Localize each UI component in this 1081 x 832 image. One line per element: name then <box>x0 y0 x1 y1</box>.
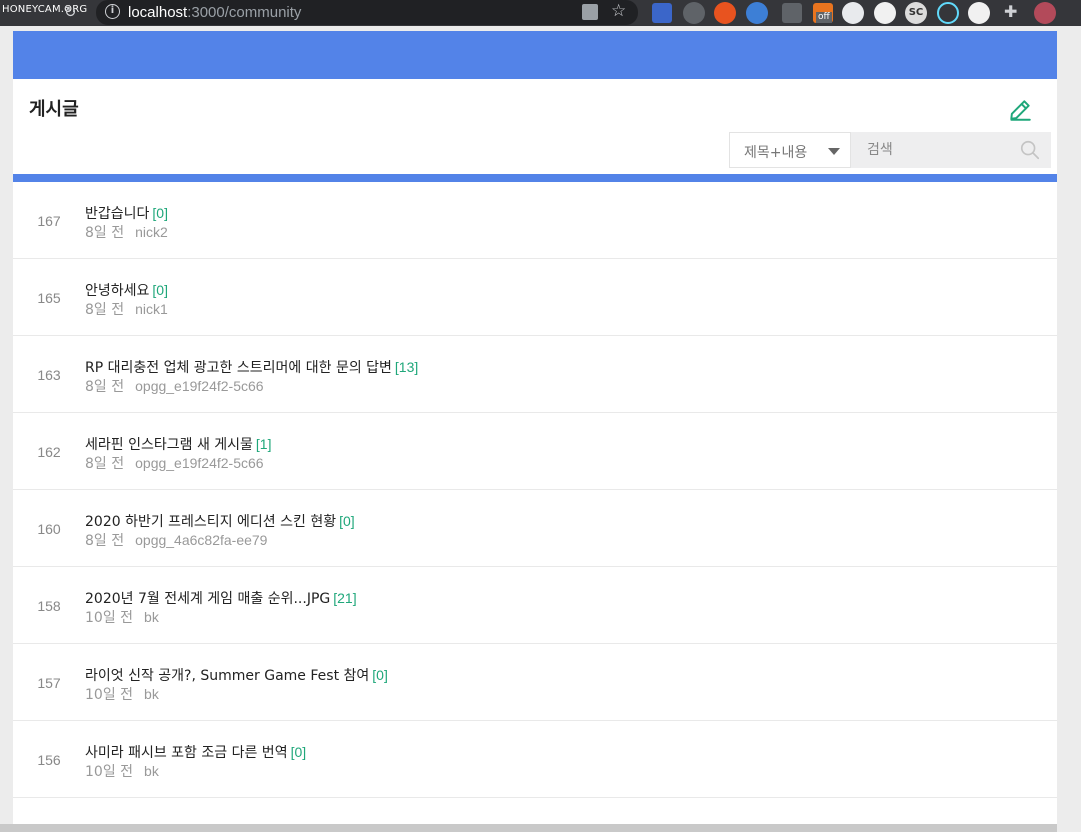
comment-count: [0] <box>152 205 168 221</box>
post-time: 10일 전 <box>85 687 134 703</box>
post-author[interactable]: bk <box>144 609 159 625</box>
post-author[interactable]: bk <box>144 763 159 779</box>
comment-count: [1] <box>255 436 272 452</box>
post-meta: 10일 전 bk <box>85 607 159 627</box>
post-row[interactable]: 165 안녕하세요 [0] 8일 전 nick1 <box>13 259 1057 336</box>
post-time: 8일 전 <box>85 225 125 241</box>
post-meta: 10일 전 bk <box>85 684 159 704</box>
post-author[interactable]: opgg_4a6c82fa-ee79 <box>135 532 267 548</box>
translate-icon[interactable] <box>582 4 598 20</box>
post-author[interactable]: bk <box>144 686 159 702</box>
post-title-text: 사미라 패시브 포함 조금 다른 번역 <box>85 745 288 761</box>
post-number: 156 <box>37 752 61 768</box>
post-title[interactable]: 안녕하세요 [0] <box>85 280 168 300</box>
post-row[interactable]: 158 2020년 7월 전세계 게임 매출 순위...JPG [21] 10일 전 b… <box>13 567 1057 644</box>
post-title-text: 반갑습니다 <box>85 206 150 222</box>
post-time: 10일 전 <box>85 610 134 626</box>
post-time: 8일 전 <box>85 533 125 549</box>
pencil-icon <box>1010 100 1031 121</box>
post-row[interactable]: 156 사미라 패시브 포함 조금 다른 번역 [0] 10일 전 bk <box>13 721 1057 798</box>
puzzle-icon[interactable]: ✚ <box>1004 4 1017 20</box>
post-row[interactable]: 160 2020 하반기 프레스티지 에디션 스킨 현황 [0] 8일 전 opgg_4… <box>13 490 1057 567</box>
list-divider <box>13 174 1057 182</box>
comment-count: [21] <box>333 590 357 606</box>
comment-count: [0] <box>290 744 307 760</box>
extension-icon-4[interactable] <box>746 2 768 24</box>
bookmark-star-icon[interactable]: ☆ <box>611 1 626 21</box>
page-title: 게시글 <box>29 99 79 120</box>
post-number: 158 <box>37 598 61 614</box>
post-meta: 8일 전 nick2 <box>85 222 168 242</box>
extension-icon-3[interactable] <box>714 2 736 24</box>
post-author[interactable]: nick1 <box>135 301 168 317</box>
post-time: 8일 전 <box>85 302 125 318</box>
post-title-text: 2020 하반기 프레스티지 에디션 스킨 현황 <box>85 514 337 530</box>
comment-count: [0] <box>152 282 168 298</box>
post-list: 167 반갑습니다 [0] 8일 전 nick2 165 안녕하세요 [0] 8일 전 nick1… <box>13 182 1057 798</box>
search-filter-select[interactable]: 제목+내용 <box>729 132 851 168</box>
extension-icon-1[interactable] <box>652 3 672 23</box>
post-author[interactable]: opgg_e19f24f2-5c66 <box>135 455 263 471</box>
post-number: 165 <box>37 290 61 306</box>
vertical-scrollbar[interactable] <box>1057 26 1081 832</box>
post-title-text: 안녕하세요 <box>85 283 150 299</box>
post-title-text: RP 대리충전 업체 광고한 스트리머에 대한 문의 답변 <box>85 360 392 376</box>
post-title-text: 라이엇 신작 공개?, Summer Game Fest 참여 <box>85 668 370 684</box>
extension-icon-2[interactable] <box>683 2 705 24</box>
post-meta: 8일 전 opgg_e19f24f2-5c66 <box>85 453 264 473</box>
extension-icon-9[interactable] <box>968 2 990 24</box>
post-meta: 8일 전 nick1 <box>85 299 168 319</box>
info-icon[interactable]: i <box>105 4 120 19</box>
horizontal-scrollbar[interactable] <box>0 824 1057 832</box>
address-bar[interactable]: i localhost:3000/community ☆ <box>96 0 638 25</box>
post-title[interactable]: RP 대리충전 업체 광고한 스트리머에 대한 문의 답변 [13] <box>85 357 418 377</box>
extension-off-badge: off <box>816 12 832 23</box>
write-post-button[interactable] <box>1007 97 1033 123</box>
post-row[interactable]: 162 세라핀 인스타그램 새 게시물 [1] 8일 전 opgg_e19f24f2-5… <box>13 413 1057 490</box>
extension-sc-icon[interactable]: SC <box>905 2 927 24</box>
post-number: 163 <box>37 367 61 383</box>
post-number: 157 <box>37 675 61 691</box>
url-text: localhost:3000/community <box>128 4 302 21</box>
reload-icon[interactable]: ↻ <box>64 4 77 20</box>
post-title[interactable]: 2020년 7월 전세계 게임 매출 순위...JPG [21] <box>85 588 357 608</box>
post-row[interactable]: 163 RP 대리충전 업체 광고한 스트리머에 대한 문의 답변 [13] 8일 전… <box>13 336 1057 413</box>
post-title-text: 세라핀 인스타그램 새 게시물 <box>85 437 253 453</box>
caret-down-icon <box>828 148 840 155</box>
post-time: 8일 전 <box>85 456 125 472</box>
browser-toolbar: HONEYCAM.ORG ↻ i localhost:3000/communit… <box>0 0 1081 26</box>
post-meta: 8일 전 opgg_e19f24f2-5c66 <box>85 376 264 396</box>
post-meta: 8일 전 opgg_4a6c82fa-ee79 <box>85 530 267 550</box>
post-title[interactable]: 2020 하반기 프레스티지 에디션 스킨 현황 [0] <box>85 511 355 531</box>
post-title[interactable]: 사미라 패시브 포함 조금 다른 번역 [0] <box>85 742 306 762</box>
post-title-text: 2020년 7월 전세계 게임 매출 순위...JPG <box>85 591 331 607</box>
post-time: 10일 전 <box>85 764 134 780</box>
post-title[interactable]: 라이엇 신작 공개?, Summer Game Fest 참여 [0] <box>85 665 388 685</box>
post-author[interactable]: nick2 <box>135 224 168 240</box>
extension-icon-5[interactable] <box>782 3 802 23</box>
search-filter-label: 제목+내용 <box>744 145 808 161</box>
comment-count: [13] <box>394 359 419 375</box>
post-meta: 10일 전 bk <box>85 761 159 781</box>
extension-icon-8[interactable] <box>874 2 896 24</box>
community-page: 게시글 제목+내용 167반갑습니다[0]8일 전nick2165안녕하세요[0… <box>13 31 1057 832</box>
post-time: 8일 전 <box>85 379 125 395</box>
hero-banner <box>13 31 1057 79</box>
post-number: 162 <box>37 444 61 460</box>
search-bar: 제목+내용 <box>729 132 1051 168</box>
react-devtools-icon[interactable] <box>937 2 959 24</box>
profile-avatar[interactable] <box>1034 2 1056 24</box>
search-icon[interactable] <box>1019 139 1041 161</box>
post-title[interactable]: 세라핀 인스타그램 새 게시물 [1] <box>85 434 272 454</box>
comment-count: [0] <box>339 513 355 529</box>
comment-count: [0] <box>372 667 388 683</box>
board-header: 게시글 제목+내용 <box>13 79 1057 174</box>
post-row[interactable]: 167 반갑습니다 [0] 8일 전 nick2 <box>13 182 1057 259</box>
post-author[interactable]: opgg_e19f24f2-5c66 <box>135 378 263 394</box>
post-number: 167 <box>37 213 61 229</box>
post-title[interactable]: 반갑습니다 [0] <box>85 203 168 223</box>
extension-icon-7[interactable] <box>842 2 864 24</box>
post-number: 160 <box>37 521 61 537</box>
post-row[interactable]: 157 라이엇 신작 공개?, Summer Game Fest 참여 [0] 10일… <box>13 644 1057 721</box>
